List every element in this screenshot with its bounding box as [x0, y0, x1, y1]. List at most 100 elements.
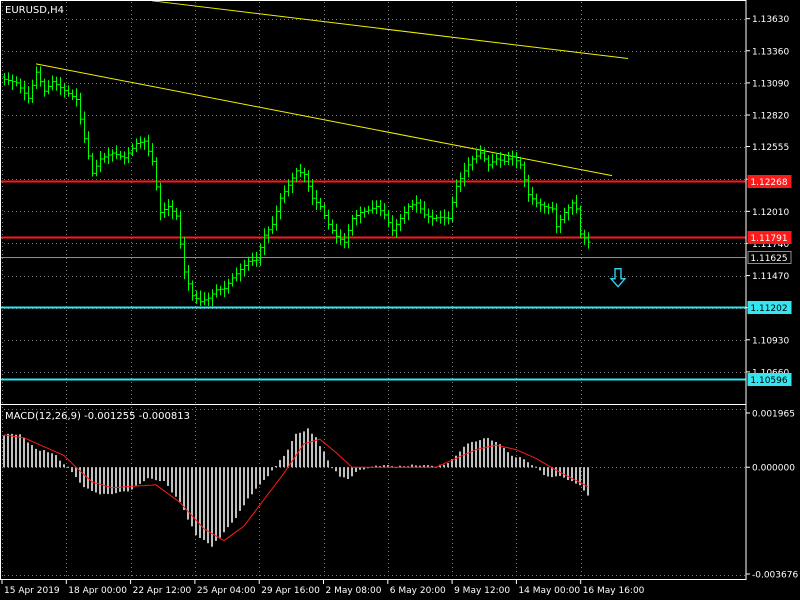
macd-histogram-bar	[139, 467, 141, 484]
price-axis-label: 1.13090	[752, 79, 789, 89]
macd-histogram-bar	[151, 467, 153, 479]
macd-histogram-bar	[15, 434, 17, 468]
macd-histogram-bar	[539, 467, 541, 471]
macd-histogram-bar	[31, 445, 33, 468]
level-tag-text: 1.11202	[750, 304, 787, 314]
macd-histogram-bar	[331, 467, 333, 469]
macd-histogram-bar	[283, 455, 285, 468]
macd-histogram-bar	[135, 467, 137, 486]
macd-histogram-bar	[491, 440, 493, 468]
macd-histogram-bar	[319, 446, 321, 468]
macd-histogram-bar	[67, 466, 69, 468]
macd-histogram-bar	[327, 460, 329, 468]
macd-histogram-bar	[99, 467, 101, 495]
macd-histogram-bar	[171, 467, 173, 493]
macd-histogram-bar	[251, 467, 253, 495]
macd-axis-label: -0.003676	[752, 571, 798, 581]
macd-histogram-bar	[443, 464, 445, 468]
macd-histogram-bar	[35, 448, 37, 468]
macd-histogram-bar	[223, 467, 225, 533]
time-axis-label: 15 Apr 2019	[4, 586, 60, 596]
time-axis-label: 25 Apr 04:00	[197, 586, 256, 596]
level-tag-resistance: 1.12268	[747, 175, 792, 188]
macd-histogram-bar	[355, 467, 357, 472]
price-axis-label: 1.13630	[752, 15, 789, 25]
macd-histogram-bar	[587, 467, 589, 496]
level-tag-support: 1.10596	[747, 373, 792, 386]
macd-histogram-bar	[447, 463, 449, 468]
macd-histogram-bar	[263, 467, 265, 480]
macd-histogram-bar	[295, 433, 297, 468]
macd-histogram-bar	[27, 442, 29, 468]
macd-histogram-bar	[147, 467, 149, 479]
macd-histogram-bar	[11, 433, 13, 468]
macd-histogram-bar	[75, 467, 77, 478]
macd-histogram-bar	[163, 467, 165, 481]
macd-histogram-bar	[255, 467, 257, 489]
macd-histogram-bar	[527, 462, 529, 468]
macd-histogram-bar	[259, 467, 261, 485]
macd-axis-label: 0.000000	[752, 464, 795, 474]
macd-histogram-bar	[95, 467, 97, 493]
macd-histogram-bar	[239, 467, 241, 511]
macd-histogram-bar	[3, 435, 5, 468]
macd-histogram-bar	[91, 467, 93, 491]
macd-histogram-bar	[211, 467, 213, 547]
macd-histogram-bar	[511, 455, 513, 468]
time-axis-label: 14 May 00:00	[518, 586, 580, 596]
macd-histogram-bar	[339, 467, 341, 477]
macd-histogram-bar	[459, 451, 461, 468]
macd-histogram-bar	[351, 467, 353, 477]
macd-histogram-bar	[543, 467, 545, 476]
macd-histogram-bar	[455, 455, 457, 468]
macd-histogram-bar	[307, 428, 309, 468]
macd-histogram-bar	[143, 467, 145, 482]
macd-histogram-bar	[115, 467, 117, 494]
macd-histogram-bar	[303, 431, 305, 468]
time-axis-label: 18 Apr 00:00	[68, 586, 127, 596]
macd-histogram-bar	[199, 467, 201, 539]
macd-histogram-bar	[55, 455, 57, 468]
macd-histogram-bar	[515, 457, 517, 468]
macd-histogram-bar	[191, 467, 193, 527]
macd-histogram-bar	[271, 467, 273, 471]
time-axis-label: 16 May 16:00	[583, 586, 645, 596]
time-axis-label: 29 Apr 16:00	[261, 586, 320, 596]
macd-histogram-bar	[315, 437, 317, 468]
macd-histogram-bar	[63, 464, 65, 468]
macd-histogram-bar	[287, 449, 289, 468]
macd-histogram-bar	[503, 447, 505, 468]
macd-histogram-bar	[567, 467, 569, 481]
macd-histogram-bar	[51, 453, 53, 468]
symbol-label: EURUSD,H4	[5, 5, 64, 16]
macd-histogram-bar	[519, 457, 521, 468]
macd-histogram-bar	[219, 467, 221, 538]
macd-histogram-bar	[291, 441, 293, 468]
price-axis-label: 1.12010	[752, 208, 789, 218]
trading-chart[interactable]: 1.13630 1.13360 1.13090 1.12820 1.12555 1.122…	[0, 0, 800, 600]
macd-histogram-bar	[467, 443, 469, 468]
macd-histogram-bar	[159, 467, 161, 482]
level-tag-text: 1.12268	[750, 178, 787, 188]
macd-histogram-bar	[103, 467, 105, 494]
macd-histogram-bar	[47, 452, 49, 468]
macd-histogram-bar	[195, 467, 197, 536]
macd-histogram-bar	[555, 467, 557, 477]
macd-histogram-bar	[583, 467, 585, 491]
macd-histogram-bar	[183, 467, 185, 510]
macd-histogram-bar	[19, 434, 21, 468]
macd-histogram-bar	[43, 450, 45, 468]
macd-histogram-bar	[279, 460, 281, 468]
price-axis-label: 1.13360	[752, 47, 789, 57]
macd-histogram-bar	[123, 467, 125, 492]
macd-histogram-bar	[175, 467, 177, 497]
macd-histogram-bar	[323, 451, 325, 468]
macd-histogram-bar	[475, 441, 477, 468]
macd-histogram-bar	[479, 440, 481, 468]
macd-histogram-bar	[155, 467, 157, 481]
chart-background	[0, 0, 800, 600]
time-axis-label: 22 Apr 12:00	[133, 586, 192, 596]
macd-histogram-bar	[487, 437, 489, 468]
macd-histogram-bar	[535, 466, 537, 468]
macd-histogram-bar	[215, 467, 217, 541]
